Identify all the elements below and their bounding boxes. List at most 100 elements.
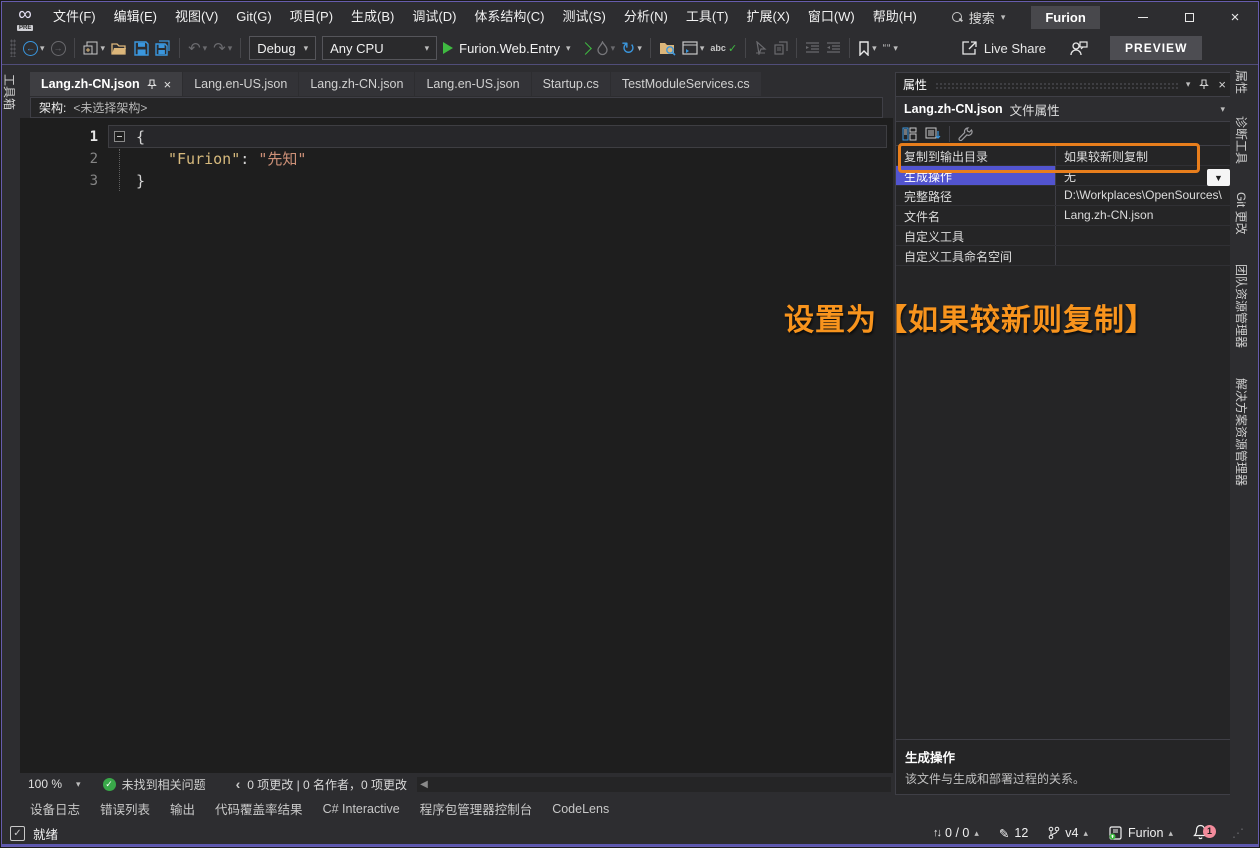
- menu-view[interactable]: 视图(V): [166, 2, 227, 32]
- copy-structure-button[interactable]: [771, 35, 791, 61]
- increase-indent-button[interactable]: [823, 35, 844, 61]
- tab-code-coverage[interactable]: 代码覆盖率结果: [215, 799, 303, 818]
- menu-debug[interactable]: 调试(D): [403, 2, 465, 32]
- menu-git[interactable]: Git(G): [227, 2, 280, 32]
- solution-configuration-dropdown[interactable]: Debug ▾: [249, 36, 316, 60]
- sync-commits-indicator[interactable]: ↑↓ 0 / 0 ▴: [933, 826, 979, 840]
- menu-tools[interactable]: 工具(T): [677, 2, 738, 32]
- spell-check-button[interactable]: abc ✓: [707, 35, 740, 61]
- menu-extensions[interactable]: 扩展(X): [737, 2, 798, 32]
- resize-grip[interactable]: ⋰: [1232, 826, 1244, 840]
- property-row-file-name[interactable]: 文件名 Lang.zh-CN.json: [896, 206, 1233, 226]
- tab-lang-zh-cn-2[interactable]: Lang.zh-CN.json: [299, 72, 414, 96]
- properties-tab[interactable]: 属性: [1230, 66, 1258, 112]
- team-explorer-tab[interactable]: 团队资源管理器: [1230, 260, 1258, 374]
- check-icon: ✓: [728, 42, 737, 55]
- preview-button[interactable]: PREVIEW: [1110, 36, 1202, 60]
- code-editor[interactable]: 1 { 2 "Furion": "先知" 3 }: [20, 118, 893, 773]
- alphabetical-sort-icon[interactable]: [925, 127, 941, 141]
- diagnostic-tools-tab[interactable]: 诊断工具: [1230, 112, 1258, 188]
- toggle-bookmark-button[interactable]: ▾: [855, 35, 880, 61]
- live-share-button[interactable]: Live Share: [961, 40, 1046, 56]
- comment-button[interactable]: ““ ▾: [880, 35, 901, 61]
- start-without-debugging-button[interactable]: [574, 35, 593, 61]
- solution-explorer-button[interactable]: ▾: [679, 35, 708, 61]
- send-feedback-button[interactable]: [1070, 40, 1088, 56]
- minimize-button[interactable]: [1120, 2, 1166, 32]
- description-title: 生成操作: [905, 747, 1224, 766]
- property-row-custom-tool[interactable]: 自定义工具: [896, 226, 1233, 246]
- menu-build[interactable]: 生成(B): [342, 2, 403, 32]
- menu-project[interactable]: 项目(P): [281, 2, 342, 32]
- save-all-button[interactable]: [152, 35, 174, 61]
- tab-codelens[interactable]: CodeLens: [552, 802, 609, 816]
- navigate-forward-button[interactable]: →: [48, 35, 69, 61]
- codelens-changes-indicator[interactable]: ‹ 0 项更改 | 0 名作者，0 项更改: [236, 776, 407, 793]
- repository-picker[interactable]: Furion ▴: [1108, 826, 1173, 840]
- solution-platform-dropdown[interactable]: Any CPU ▾: [322, 36, 437, 60]
- search-box[interactable]: 搜索 ▾: [952, 8, 1006, 27]
- tab-device-log[interactable]: 设备日志: [30, 799, 80, 818]
- tab-package-manager-console[interactable]: 程序包管理器控制台: [420, 799, 533, 818]
- property-row-custom-tool-namespace[interactable]: 自定义工具命名空间: [896, 246, 1233, 266]
- pin-icon[interactable]: [147, 79, 157, 90]
- menu-test[interactable]: 测试(S): [553, 2, 614, 32]
- categorized-view-icon[interactable]: [902, 127, 917, 141]
- select-pointer-button[interactable]: [751, 35, 771, 61]
- save-button[interactable]: [131, 35, 152, 61]
- open-file-button[interactable]: [108, 35, 131, 61]
- menu-help[interactable]: 帮助(H): [864, 2, 926, 32]
- redo-button[interactable]: ↷ ▾: [210, 35, 235, 61]
- tab-csharp-interactive[interactable]: C# Interactive: [323, 802, 400, 816]
- zoom-level-dropdown[interactable]: 100 % ▾: [20, 773, 89, 795]
- horizontal-scrollbar[interactable]: ◀: [417, 777, 891, 792]
- tab-lang-zh-cn-active[interactable]: Lang.zh-CN.json ×: [30, 72, 182, 96]
- solution-name-badge[interactable]: Furion: [1031, 6, 1099, 29]
- navigate-back-button[interactable]: ← ▾: [20, 35, 48, 61]
- pin-icon[interactable]: [1199, 79, 1209, 90]
- restart-button[interactable]: ↻ ▾: [618, 35, 645, 61]
- tab-lang-en-us-2[interactable]: Lang.en-US.json: [415, 72, 530, 96]
- chevron-down-icon: ▾: [637, 43, 642, 54]
- decrease-indent-button[interactable]: [802, 35, 823, 61]
- solution-explorer-tab[interactable]: 解决方案资源管理器: [1230, 374, 1258, 524]
- document-health-indicator[interactable]: ✓ 未找到相关问题: [103, 776, 206, 793]
- tab-error-list[interactable]: 错误列表: [100, 799, 150, 818]
- tab-output[interactable]: 输出: [170, 799, 195, 818]
- chevron-down-icon: ▾: [304, 43, 309, 54]
- tab-lang-en-us-1[interactable]: Lang.en-US.json: [183, 72, 298, 96]
- property-row-full-path[interactable]: 完整路径 D:\Workplaces\OpenSources\: [896, 186, 1233, 206]
- object-selector-dropdown[interactable]: Lang.zh-CN.json 文件属性 ▾: [896, 96, 1233, 122]
- start-debugging-button[interactable]: Furion.Web.Entry ▾: [440, 35, 573, 61]
- menu-analyze[interactable]: 分析(N): [615, 2, 677, 32]
- menu-file[interactable]: 文件(F): [44, 2, 105, 32]
- find-in-files-button[interactable]: [656, 35, 679, 61]
- property-pages-wrench-icon[interactable]: [958, 127, 973, 141]
- close-icon[interactable]: ×: [1218, 77, 1226, 92]
- chevron-down-icon: ▾: [228, 43, 233, 54]
- menu-architecture[interactable]: 体系结构(C): [465, 2, 553, 32]
- close-button[interactable]: ×: [1212, 2, 1258, 32]
- toolbar-drag-handle[interactable]: [10, 39, 16, 57]
- pending-edits-indicator[interactable]: ✎ 12: [999, 826, 1028, 841]
- maximize-button[interactable]: [1166, 2, 1212, 32]
- editor-group: Lang.zh-CN.json × Lang.en-US.json Lang.z…: [20, 66, 893, 822]
- menu-edit[interactable]: 编辑(E): [105, 2, 166, 32]
- bookmark-icon: [858, 41, 870, 56]
- close-icon[interactable]: ×: [164, 77, 172, 92]
- undo-button[interactable]: ↶ ▾: [185, 35, 210, 61]
- build-action-dropdown-button[interactable]: ▼: [1207, 169, 1230, 186]
- tab-startup-cs[interactable]: Startup.cs: [532, 72, 610, 96]
- new-project-button[interactable]: ▾: [80, 35, 109, 61]
- git-changes-tab[interactable]: Git 更改: [1230, 188, 1258, 260]
- architecture-bar[interactable]: 架构: <未选择架构>: [30, 97, 883, 118]
- current-branch-picker[interactable]: v4 ▴: [1048, 826, 1088, 840]
- menu-window[interactable]: 窗口(W): [799, 2, 864, 32]
- fold-collapse-icon[interactable]: [114, 131, 125, 142]
- tab-testmoduleservices-cs[interactable]: TestModuleServices.cs: [611, 72, 761, 96]
- notifications-button[interactable]: 1: [1193, 824, 1208, 843]
- properties-panel-title-bar[interactable]: 属性 ▾ ×: [896, 73, 1233, 96]
- window-position-icon[interactable]: ▾: [1186, 79, 1191, 90]
- background-tasks-icon[interactable]: ✓: [10, 826, 25, 841]
- hot-reload-button[interactable]: ▾: [593, 35, 619, 61]
